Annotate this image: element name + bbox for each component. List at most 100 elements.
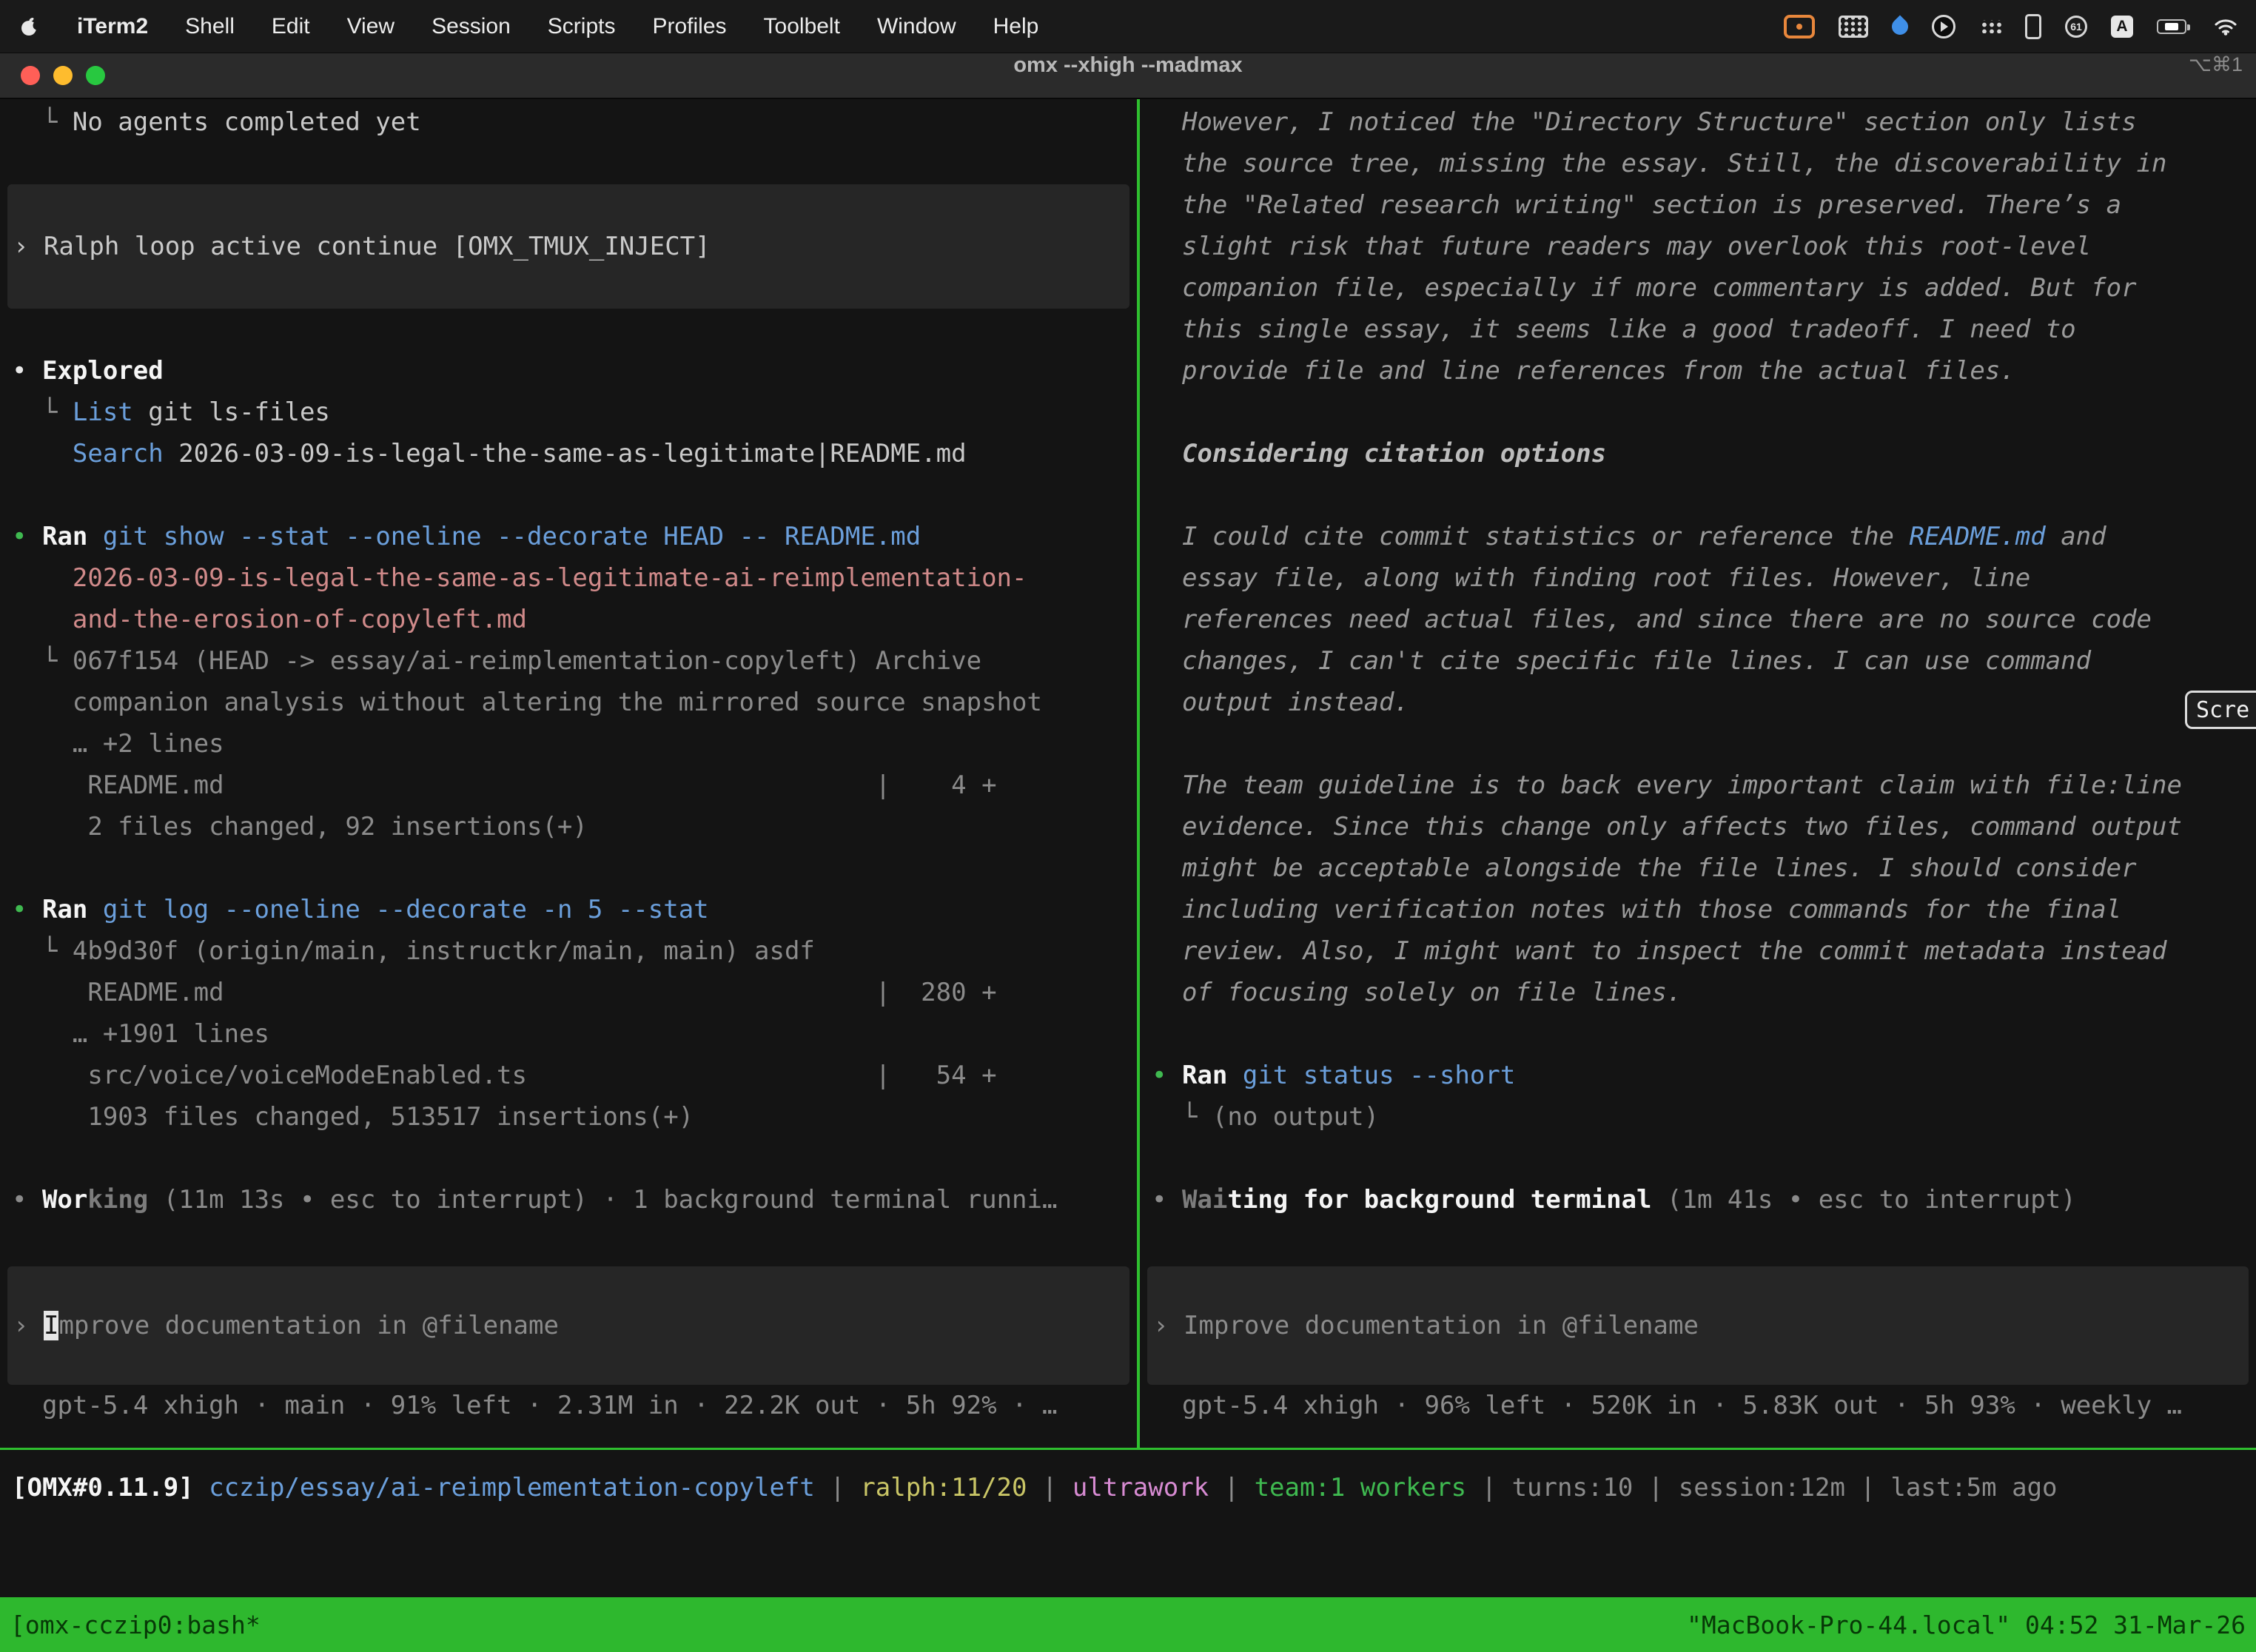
terminal-line: • Waiting for background terminal (1m 41… — [1140, 1179, 2256, 1220]
text-segment: last:5m ago — [1890, 1473, 2057, 1502]
text-segment: └ — [12, 107, 73, 137]
text-segment: README.md — [1910, 522, 2046, 551]
tmux-session-label: [omx-cczip0:bash* — [10, 1611, 261, 1639]
screen-recording-icon[interactable] — [1784, 15, 1815, 38]
terminal-line — [1140, 474, 2256, 516]
composer-input-left[interactable]: › Improve documentation in @filename — [7, 1266, 1129, 1385]
terminal-area[interactable]: └ No agents completed yet › Ralph loop a… — [0, 98, 2256, 1652]
text-segment: Wor — [42, 1185, 87, 1215]
apple-menu-icon[interactable] — [19, 16, 40, 37]
text-segment: and-the-erosion-of-copyleft.md — [73, 605, 527, 634]
text-segment: | — [1027, 1473, 1072, 1502]
agent-status-right: gpt-5.4 xhigh · 96% left · 520K in · 5.8… — [1140, 1385, 2256, 1426]
terminal-line — [0, 1138, 1137, 1179]
text-segment: … +2 lines — [12, 729, 224, 759]
wifi-icon[interactable] — [2215, 17, 2237, 36]
terminal-line: output instead. — [1140, 682, 2256, 723]
screen-overlay-label: Scre — [2196, 697, 2249, 723]
terminal-line: essay file, along with finding root file… — [1140, 557, 2256, 599]
menu-bar-status-icons: 61 A — [1784, 14, 2237, 39]
text-segment: king — [87, 1185, 148, 1215]
text-segment: git status --short — [1243, 1061, 1515, 1090]
terminal-line: companion analysis without altering the … — [0, 682, 1137, 723]
menu-item-window[interactable]: Window — [877, 14, 956, 39]
gauge-icon[interactable]: 61 — [2065, 16, 2087, 38]
text-segment: However, I noticed the "Directory Struct… — [1152, 107, 2137, 137]
battery-icon[interactable] — [2157, 19, 2186, 34]
dots-grid-icon[interactable] — [1979, 20, 2001, 33]
agent-status-left: gpt-5.4 xhigh · main · 91% left · 2.31M … — [0, 1385, 1137, 1426]
text-segment: Ran — [42, 522, 87, 551]
text-segment: └ — [12, 397, 73, 427]
terminal-line — [0, 474, 1137, 516]
terminal-line: The team guideline is to back every impo… — [1140, 765, 2256, 806]
terminal-line: • Ran git log --oneline --decorate -n 5 … — [0, 889, 1137, 930]
screen-overlay-button[interactable]: Scre — [2185, 691, 2256, 729]
text-segment: references need actual files, and since … — [1152, 605, 2152, 634]
terminal-line: evidence. Since this change only affects… — [1140, 806, 2256, 847]
phone-icon[interactable] — [2025, 14, 2041, 39]
text-segment: Wai — [1182, 1185, 1227, 1215]
text-segment: 1903 files changed, 513517 insertions(+) — [12, 1102, 694, 1132]
text-segment: 2 files changed, 92 insertions(+) — [12, 812, 588, 842]
text-segment: └ (no output) — [1152, 1102, 1379, 1132]
text-segment: | — [1209, 1473, 1254, 1502]
desktop: iTerm2 Shell Edit View Session Scripts P… — [0, 0, 2256, 1652]
text-segment: Search — [73, 439, 164, 469]
text-segment: Ran — [42, 895, 87, 924]
text-segment: | — [1466, 1473, 1511, 1502]
menu-item-shell[interactable]: Shell — [185, 14, 235, 39]
text-segment: session:12m — [1679, 1473, 1845, 1502]
keyboard-icon[interactable] — [1839, 16, 1868, 38]
text-segment: No agents completed yet — [73, 107, 421, 137]
terminal-line: └ 4b9d30f (origin/main, instructkr/main,… — [0, 930, 1137, 972]
composer-input-right[interactable]: › Improve documentation in @filename — [1147, 1266, 2249, 1385]
menu-item-help[interactable]: Help — [993, 14, 1039, 39]
terminal-line: provide file and line references from th… — [1140, 350, 2256, 392]
terminal-line: companion file, especially if more comme… — [1140, 267, 2256, 309]
text-segment — [1227, 1061, 1242, 1090]
text-segment: of focusing solely on file lines. — [1152, 978, 1682, 1007]
text-segment: git log --oneline --decorate -n 5 --stat — [103, 895, 709, 924]
raindrop-icon[interactable] — [1888, 15, 1911, 38]
text-segment: • — [1152, 1185, 1182, 1215]
tmux-pane-right[interactable]: However, I noticed the "Directory Struct… — [1140, 98, 2256, 1448]
terminal-line: references need actual files, and since … — [1140, 599, 2256, 640]
menu-item-session[interactable]: Session — [432, 14, 511, 39]
text-segment: [OMX#0.11.9] — [12, 1473, 209, 1502]
omx-status-line: [OMX#0.11.9] cczip/essay/ai-reimplementa… — [0, 1467, 2256, 1508]
input-source-icon[interactable]: A — [2111, 16, 2133, 38]
terminal-line: I could cite commit statistics or refere… — [1140, 516, 2256, 557]
terminal-line — [1140, 723, 2256, 765]
text-segment: | — [1845, 1473, 1890, 1502]
terminal-line: … +2 lines — [0, 723, 1137, 765]
text-segment: • — [12, 1185, 42, 1215]
text-segment: └ 067f154 (HEAD -> essay/ai-reimplementa… — [12, 646, 981, 676]
tmux-pane-left[interactable]: └ No agents completed yet › Ralph loop a… — [0, 98, 1137, 1448]
text-segment: provide file and line references from th… — [1152, 356, 2015, 386]
window-title-bar[interactable]: omx --xhigh --madmax ⌥⌘1 — [0, 53, 2256, 99]
terminal-line: review. Also, I might want to inspect th… — [1140, 930, 2256, 972]
text-segment: git show --stat --oneline --decorate HEA… — [103, 522, 921, 551]
menu-app-name[interactable]: iTerm2 — [77, 14, 148, 39]
text-segment: | — [815, 1473, 860, 1502]
terminal-line: the source tree, missing the essay. Stil… — [1140, 143, 2256, 184]
screen-capture-icon[interactable] — [1932, 15, 1955, 38]
menu-item-scripts[interactable]: Scripts — [548, 14, 616, 39]
terminal-line: might be acceptable alongside the file l… — [1140, 847, 2256, 889]
text-segment: List — [73, 397, 133, 427]
text-segment: team:1 workers — [1255, 1473, 1467, 1502]
menu-bar-left: iTerm2 Shell Edit View Session Scripts P… — [19, 14, 1038, 39]
prompt-chevron: › — [13, 232, 44, 261]
terminal-output-left: • Explored └ List git ls-files Search 20… — [0, 309, 1137, 1220]
menu-item-view[interactable]: View — [347, 14, 395, 39]
terminal-line: └ 067f154 (HEAD -> essay/ai-reimplementa… — [0, 640, 1137, 682]
terminal-line: of focusing solely on file lines. — [1140, 972, 2256, 1013]
menu-item-profiles[interactable]: Profiles — [652, 14, 726, 39]
text-segment: including verification notes with those … — [1152, 895, 2121, 924]
menu-item-edit[interactable]: Edit — [272, 14, 310, 39]
menu-item-toolbelt[interactable]: Toolbelt — [764, 14, 840, 39]
terminal-line: README.md | 280 + — [0, 972, 1137, 1013]
text-segment: changes, I can't cite specific file line… — [1152, 646, 2091, 676]
text-segment: 2026-03-09-is-legal-the-same-as-legitima… — [164, 439, 967, 469]
